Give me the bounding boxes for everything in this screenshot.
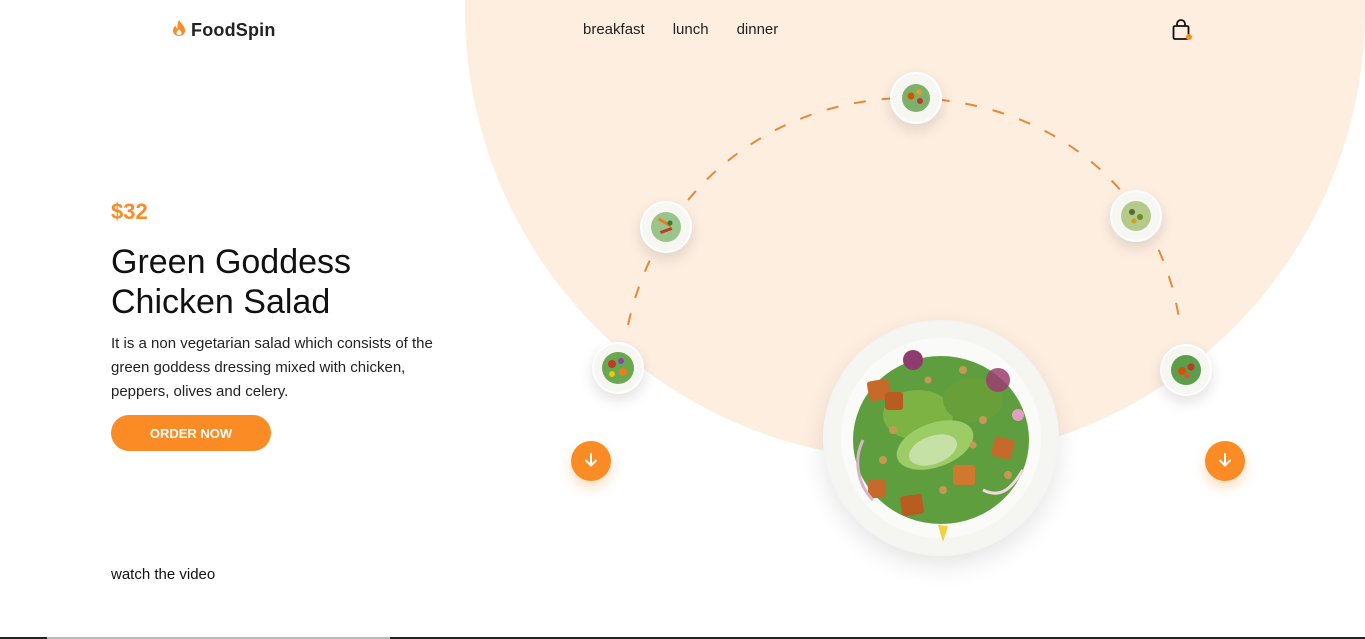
carousel-next-button[interactable] xyxy=(1205,441,1245,481)
dish-thumbnail[interactable] xyxy=(640,201,692,253)
dish-thumbnail[interactable] xyxy=(890,72,942,124)
order-now-button[interactable]: ORDER NOW xyxy=(111,415,271,451)
dish-thumbnail[interactable] xyxy=(1160,344,1212,396)
nav-item-dinner[interactable]: dinner xyxy=(737,21,779,38)
featured-dish-image xyxy=(823,320,1059,556)
product-price: $32 xyxy=(111,199,148,224)
main-nav: breakfast lunch dinner xyxy=(583,21,778,38)
nav-item-lunch[interactable]: lunch xyxy=(673,21,709,38)
product-description: It is a non vegetarian salad which consi… xyxy=(111,335,433,400)
cart-badge xyxy=(1186,34,1192,40)
arrow-down-icon xyxy=(582,451,600,472)
brand-name: FoodSpin xyxy=(191,20,276,40)
cart-button[interactable] xyxy=(1170,18,1194,42)
nav-item-breakfast[interactable]: breakfast xyxy=(583,21,645,38)
product-title: Green Goddess Chicken Salad xyxy=(111,243,352,321)
dish-thumbnail[interactable] xyxy=(1110,190,1162,242)
watch-video-link[interactable]: watch the video xyxy=(111,566,215,583)
dish-thumbnail[interactable] xyxy=(592,342,644,394)
carousel-prev-button[interactable] xyxy=(571,441,611,481)
arrow-down-icon xyxy=(1216,451,1234,472)
flame-icon xyxy=(171,19,187,42)
brand-logo[interactable]: FoodSpin xyxy=(171,19,276,42)
